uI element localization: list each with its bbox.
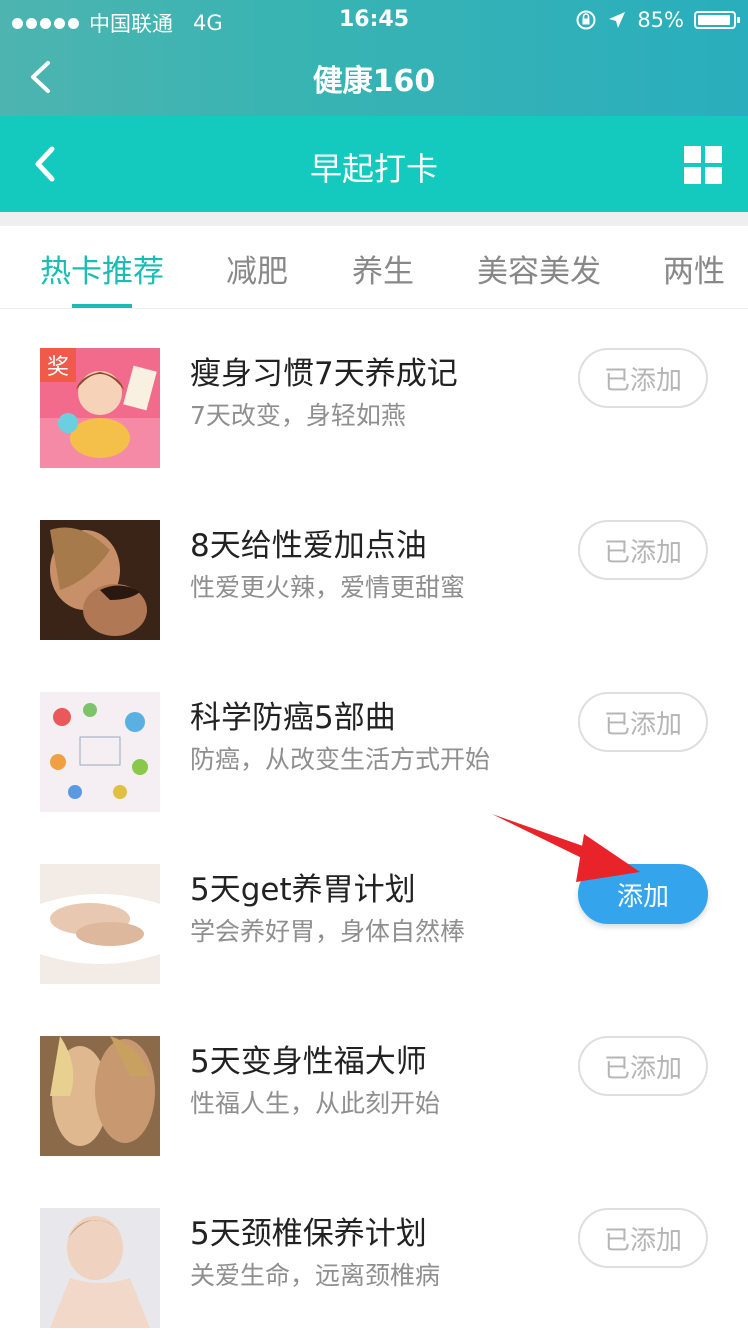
list-item[interactable]: 8天给性爱加点油 性爱更火辣，爱情更甜蜜 已添加 [0,480,748,652]
list-item[interactable]: 5天变身性福大师 性福人生，从此刻开始 已添加 [0,996,748,1168]
item-title: 瘦身习惯7天养成记 [190,356,458,392]
added-button[interactable]: 已添加 [578,692,708,752]
tab-weight-loss[interactable]: 减肥 [226,246,288,291]
list-item[interactable]: 5天颈椎保养计划 关爱生命，远离颈椎病 已添加 [0,1168,748,1340]
tab-sex[interactable]: 两性 [663,246,725,291]
item-title: 5天变身性福大师 [190,1044,427,1080]
item-subtitle: 关爱生命，远离颈椎病 [190,1261,441,1290]
added-button[interactable]: 已添加 [578,520,708,580]
top-header: 中国联通 4G 16:45 85% 健康160 [0,0,748,116]
item-subtitle: 性爱更火辣，爱情更甜蜜 [190,573,466,602]
item-thumbnail [40,864,160,984]
added-button[interactable]: 已添加 [578,348,708,408]
battery-percent: 85% [637,8,684,32]
battery-icon [694,11,740,29]
item-title: 8天给性爱加点油 [190,528,427,564]
grid-menu-icon[interactable] [684,146,722,184]
item-subtitle: 学会养好胃，身体自然棒 [190,917,466,946]
reward-badge: 奖 [40,348,76,382]
rotation-lock-icon [576,10,596,30]
item-thumbnail [40,1036,160,1156]
item-title: 5天get养胃计划 [190,872,416,908]
tab-hot[interactable]: 热卡推荐 [40,246,164,291]
item-thumbnail: 奖 [40,348,160,468]
category-tabs: 热卡推荐 减肥 养生 美容美发 两性 [0,226,748,309]
item-thumbnail [40,692,160,812]
item-title: 5天颈椎保养计划 [190,1216,427,1252]
status-right: 85% [575,8,740,32]
item-subtitle: 性福人生，从此刻开始 [190,1089,441,1118]
item-thumbnail [40,520,160,640]
page-title: 早起打卡 [309,150,438,188]
item-subtitle: 7天改变，身轻如燕 [190,401,406,430]
status-bar: 中国联通 4G 16:45 85% [0,0,748,40]
section-divider [0,212,748,226]
page-header: 早起打卡 [0,116,748,212]
location-arrow-icon [609,12,626,28]
app-title: 健康160 [312,64,436,99]
item-thumbnail [40,1208,160,1328]
red-pointer-arrow-icon [492,814,640,882]
list-item[interactable]: 科学防癌5部曲 防癌，从改变生活方式开始 已添加 [0,652,748,824]
tab-wellness[interactable]: 养生 [352,246,414,291]
added-button[interactable]: 已添加 [578,1036,708,1096]
item-title: 科学防癌5部曲 [190,700,396,736]
tab-beauty[interactable]: 美容美发 [477,246,601,291]
item-subtitle: 防癌，从改变生活方式开始 [190,745,491,774]
list-item[interactable]: 奖 瘦身习惯7天养成记 7天改变，身轻如燕 已添加 [0,308,748,480]
added-button[interactable]: 已添加 [578,1208,708,1268]
